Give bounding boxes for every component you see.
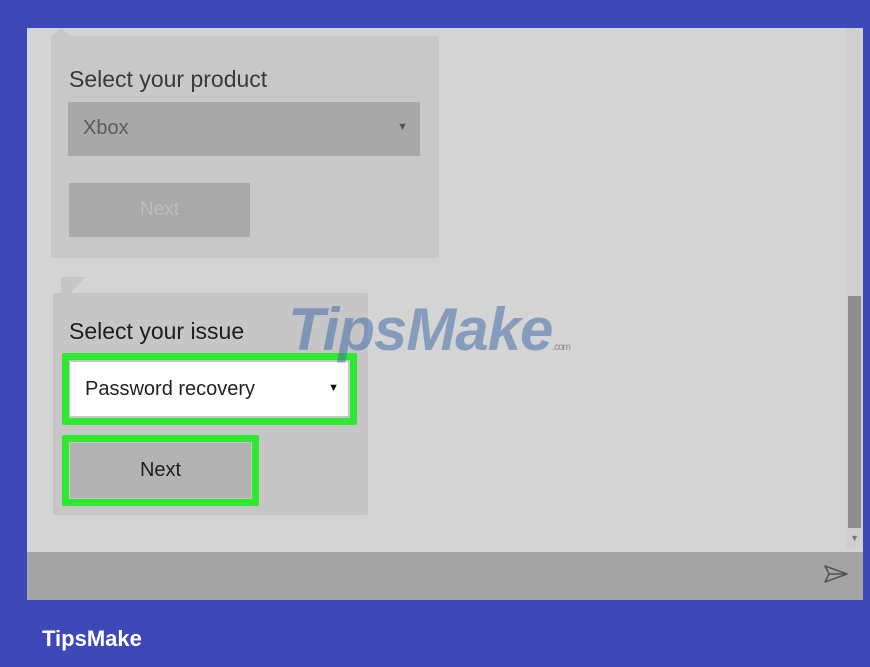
bubble-notch: [51, 28, 71, 36]
scrollbar-thumb[interactable]: [848, 296, 861, 528]
caret-down-icon: ▼: [328, 382, 339, 394]
product-next-button[interactable]: Next: [69, 183, 250, 237]
message-input-bar[interactable]: [27, 552, 863, 600]
scroll-down-icon[interactable]: ▼: [850, 533, 859, 543]
product-card-title: Select your product: [69, 66, 268, 92]
send-icon[interactable]: [823, 564, 849, 589]
product-select-value: Xbox: [83, 117, 129, 139]
issue-select[interactable]: Password recovery ▼: [70, 362, 348, 416]
bubble-notch: [61, 277, 85, 293]
product-card: Select your product Xbox ▼ Next: [51, 36, 439, 258]
caret-down-icon: ▼: [397, 121, 408, 133]
issue-select-value: Password recovery: [85, 378, 256, 400]
watermark-suffix: .com: [552, 342, 571, 353]
product-select[interactable]: Xbox ▼: [68, 102, 420, 156]
scrollbar[interactable]: ▼: [846, 28, 863, 548]
watermark-text: TipsMake: [288, 296, 553, 363]
brand-label: TipsMake: [42, 626, 142, 651]
issue-next-button[interactable]: Next: [70, 443, 251, 498]
watermark-logo: TipsMake.com: [288, 300, 571, 360]
issue-card-title: Select your issue: [69, 318, 245, 344]
